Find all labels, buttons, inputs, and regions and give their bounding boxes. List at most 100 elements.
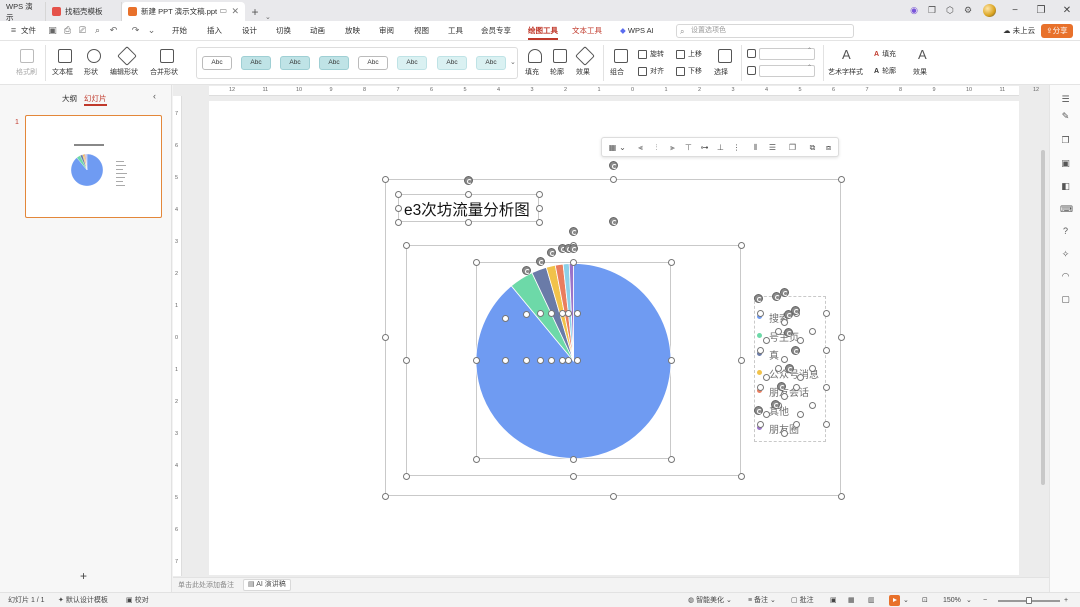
minimize-icon[interactable]: − — [1002, 0, 1028, 21]
rotate-handle[interactable] — [790, 345, 800, 355]
sorter-view-icon[interactable]: ▦ — [848, 595, 855, 606]
select-button[interactable]: 选择 — [714, 67, 728, 77]
comments-toggle[interactable]: ▢ 批注 — [791, 595, 814, 606]
rotate-handle[interactable] — [753, 293, 763, 303]
shape-button[interactable]: 形状 — [84, 67, 98, 77]
menu-review[interactable]: 审阅 — [379, 21, 394, 40]
resize-handle[interactable] — [564, 356, 572, 364]
image-icon[interactable]: ▣ — [1060, 158, 1071, 169]
text-effect-button[interactable]: 效果 — [913, 67, 927, 77]
tab-document[interactable]: 新建 PPT 演示文稿.ppt ▭ ✕ — [122, 2, 245, 21]
resize-handle[interactable] — [822, 346, 830, 354]
outline-button[interactable]: 轮廓 — [550, 67, 564, 77]
resize-handle[interactable] — [822, 309, 830, 317]
monitor-icon[interactable]: ▭ — [219, 6, 227, 15]
resize-handle[interactable] — [667, 357, 675, 364]
rotate-handle[interactable] — [608, 160, 618, 170]
beautify-button[interactable]: ◍ 智能美化 ⌄ — [688, 595, 732, 606]
align-bottom-icon[interactable]: ⊥ — [715, 142, 726, 153]
style-icon[interactable]: ✎ — [1060, 111, 1071, 122]
settings-icon[interactable]: ⚙ — [959, 0, 977, 21]
window-mode-icon[interactable]: ❐ — [923, 0, 941, 21]
resize-handle[interactable] — [570, 472, 577, 480]
resize-handle[interactable] — [837, 175, 845, 183]
art-text-style-button[interactable]: 艺术字样式 — [828, 67, 863, 77]
align-top-icon[interactable]: ⊤ — [683, 142, 694, 153]
headset-icon[interactable]: ◠ — [1060, 271, 1071, 282]
close-window-icon[interactable]: ✕ — [1054, 0, 1080, 21]
style-option[interactable]: Abc — [397, 56, 427, 70]
new-tab-button[interactable]: + — [245, 2, 265, 21]
resize-handle[interactable] — [381, 492, 389, 500]
send-backward-button[interactable]: 下移 — [676, 65, 702, 77]
rotate-handle[interactable] — [783, 327, 793, 337]
resize-handle[interactable] — [762, 337, 770, 344]
menu-member[interactable]: 会员专享 — [481, 21, 511, 40]
resize-handle[interactable] — [501, 356, 509, 364]
bring-forward-button[interactable]: 上移 — [676, 48, 702, 60]
resize-handle[interactable] — [774, 365, 782, 372]
resize-handle[interactable] — [547, 309, 555, 317]
resize-handle[interactable] — [381, 334, 389, 341]
tab-slides[interactable]: 幻灯片 — [84, 93, 107, 106]
rotate-handle[interactable] — [535, 256, 545, 266]
resize-handle[interactable] — [394, 204, 402, 212]
skin-icon[interactable]: ⬡ — [941, 0, 959, 21]
more-quick-icon[interactable]: ⌄ — [146, 25, 157, 36]
resize-handle[interactable] — [837, 492, 845, 500]
proofread-button[interactable]: ▣ 校对 — [126, 595, 149, 606]
group-button[interactable]: 组合 — [610, 67, 624, 77]
menu-animation[interactable]: 动画 — [310, 21, 325, 40]
menu-tools[interactable]: 工具 — [448, 21, 463, 40]
menu-text-tools[interactable]: 文本工具 — [572, 21, 602, 40]
ai-speech-button[interactable]: ▤ AI 演讲稿 — [243, 579, 291, 591]
rotate-handle[interactable] — [753, 405, 763, 415]
resize-handle[interactable] — [472, 357, 480, 364]
resize-handle[interactable] — [737, 472, 745, 480]
resize-handle[interactable] — [536, 356, 544, 364]
menu-wps-ai[interactable]: ◆ WPS AI — [620, 21, 654, 40]
user-avatar[interactable] — [983, 4, 996, 17]
play-dropdown-icon[interactable]: ⌄ — [903, 595, 909, 606]
tab-template-store[interactable]: 找稻壳模板 — [46, 2, 122, 21]
resize-handle[interactable] — [808, 402, 816, 409]
menu-design[interactable]: 设计 — [242, 21, 257, 40]
align-right-icon[interactable]: ⫸ — [667, 142, 678, 153]
restore-icon[interactable]: ❐ — [1028, 0, 1054, 21]
reading-view-icon[interactable]: ▥ — [868, 595, 875, 606]
export-icon[interactable]: ⎙ — [62, 25, 73, 36]
shape-panel-icon[interactable]: ◧ — [1060, 181, 1071, 192]
menu-file[interactable]: 文件 — [21, 21, 36, 40]
resize-handle[interactable] — [737, 357, 745, 364]
undo-icon[interactable]: ↶ — [108, 25, 119, 36]
merge-shape-button[interactable]: 合并形状 — [150, 67, 178, 77]
resize-handle[interactable] — [756, 309, 764, 317]
rotate-handle[interactable] — [776, 381, 786, 391]
share-button[interactable]: ⇪分享 — [1041, 24, 1073, 38]
rotate-handle[interactable] — [770, 399, 780, 409]
resize-handle[interactable] — [667, 455, 675, 463]
style-option[interactable]: Abc — [358, 56, 388, 70]
rotate-handle[interactable] — [546, 247, 556, 257]
fill-button[interactable]: 填充 — [525, 67, 539, 77]
slide-thumbnail[interactable] — [25, 115, 162, 218]
zoom-out-button[interactable]: − — [983, 595, 987, 606]
effect-button[interactable]: 效果 — [576, 67, 590, 77]
resize-handle[interactable] — [808, 328, 816, 335]
more-icon[interactable]: ⧈ — [823, 142, 834, 153]
resize-handle[interactable] — [402, 357, 410, 364]
resize-handle[interactable] — [465, 218, 472, 226]
menu-insert[interactable]: 插入 — [207, 21, 222, 40]
help-icon[interactable]: ? — [1060, 226, 1071, 237]
chart-title[interactable]: e3次坊流量分析图 — [404, 198, 530, 220]
notes-placeholder[interactable]: 单击此处添加备注 — [178, 580, 234, 590]
resize-handle[interactable] — [535, 190, 543, 198]
resize-handle[interactable] — [535, 218, 543, 226]
resize-handle[interactable] — [837, 334, 845, 341]
resize-handle[interactable] — [780, 318, 788, 326]
resize-handle[interactable] — [609, 175, 617, 183]
preview-icon[interactable]: ⌕ — [92, 25, 103, 36]
resize-handle[interactable] — [762, 374, 770, 381]
design-template-button[interactable]: ✦ 默认设计模板 — [58, 595, 108, 606]
ai-assistant-icon[interactable]: ◉ — [905, 0, 923, 21]
